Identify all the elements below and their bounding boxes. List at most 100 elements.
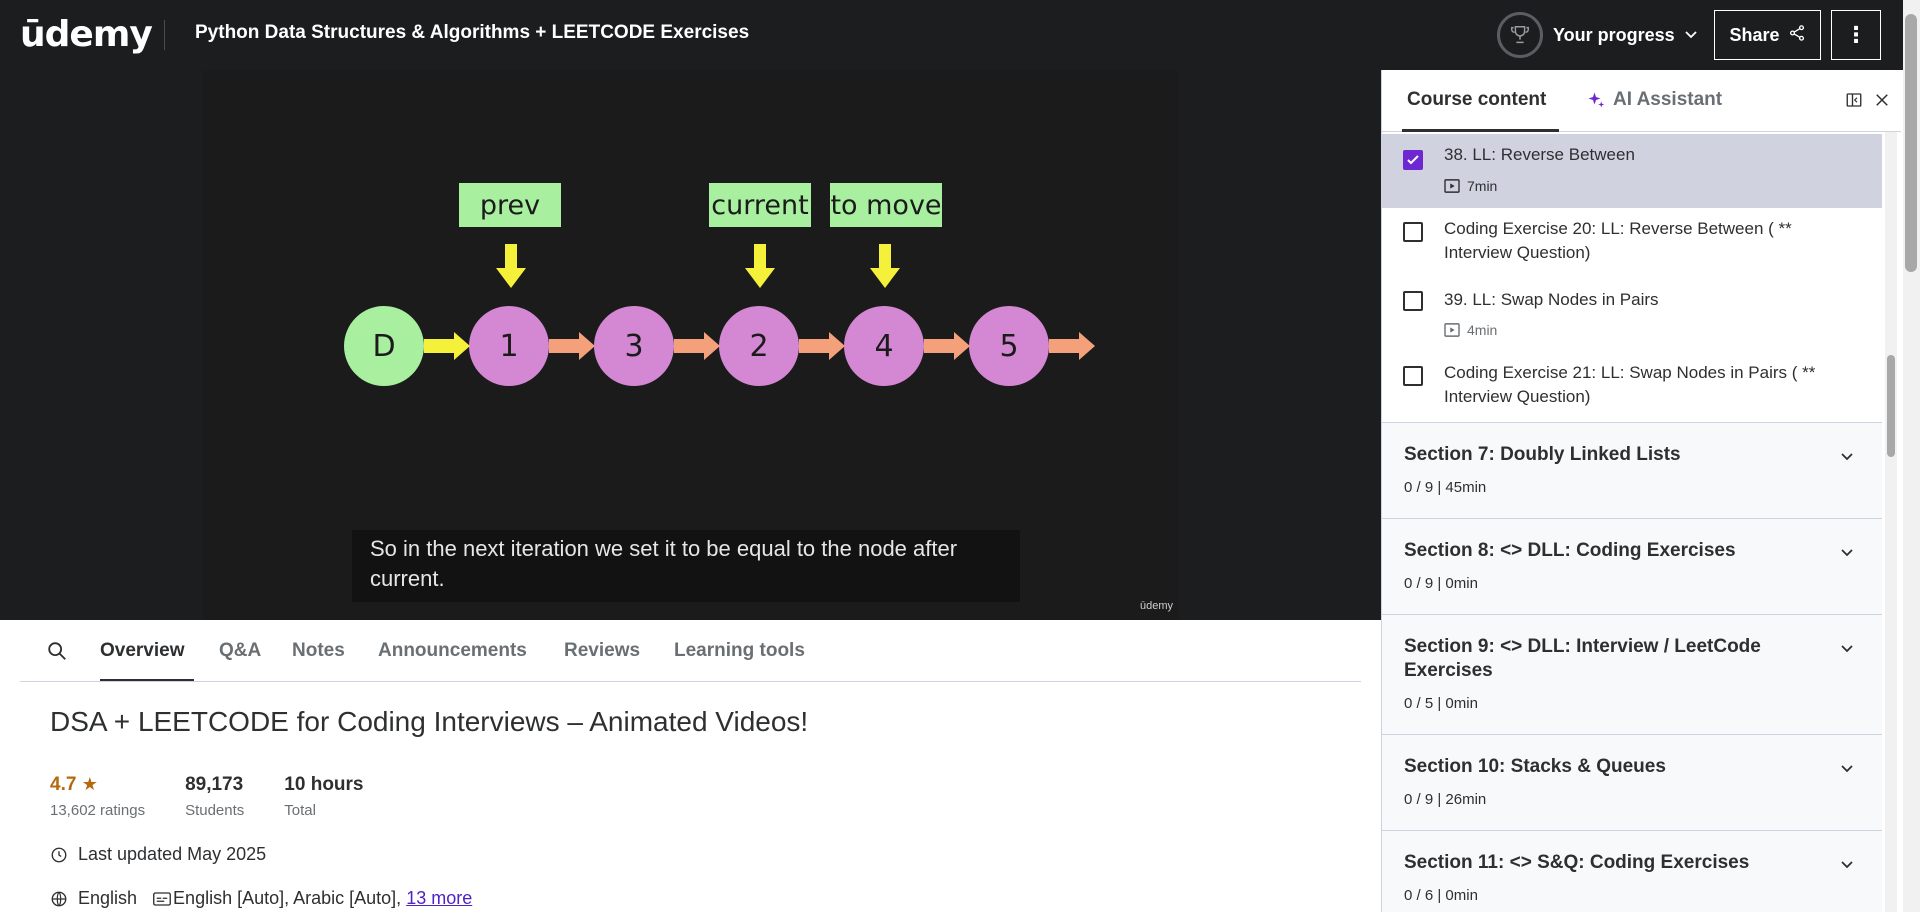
section-meta: 0 / 5 | 0min: [1404, 695, 1478, 712]
captions-list: English [Auto], Arabic [Auto], 13 more: [173, 888, 472, 909]
captions-text: English [Auto], Arabic [Auto],: [173, 888, 407, 908]
lecture-item[interactable]: Coding Exercise 20: LL: Reverse Between …: [1382, 208, 1882, 278]
course-tabs: Overview Q&A Notes Announcements Reviews…: [20, 620, 1361, 682]
share-label: Share: [1729, 24, 1780, 45]
lecture-duration: 4min: [1444, 322, 1497, 338]
label-current: current: [709, 183, 811, 227]
progress-label: Your progress: [1553, 24, 1675, 45]
lecture-title: Coding Exercise 21: LL: Swap Nodes in Pa…: [1444, 363, 1816, 406]
share-icon: [1788, 24, 1806, 47]
section-item[interactable]: Section 8: <> DLL: Coding Exercises 0 / …: [1382, 518, 1882, 614]
video-player[interactable]: prev current to move D 1 3 2 4 5 So in t…: [0, 70, 1381, 620]
lecture-title: Coding Exercise 20: LL: Reverse Between …: [1444, 219, 1792, 262]
search-icon[interactable]: [46, 640, 68, 662]
video-frame[interactable]: prev current to move D 1 3 2 4 5 So in t…: [203, 70, 1179, 620]
more-captions-link[interactable]: 13 more: [406, 888, 472, 908]
lecture-checkbox[interactable]: [1403, 366, 1423, 386]
hours-label: Total: [284, 802, 316, 819]
tab-announcements[interactable]: Announcements: [378, 640, 527, 662]
video-icon: [1444, 323, 1460, 337]
arrow-right-icon: [424, 332, 470, 360]
overview-title: DSA + LEETCODE for Coding Interviews – A…: [50, 706, 809, 737]
sparkle-icon: [1588, 92, 1605, 108]
sidebar-scrollbar-thumb[interactable]: [1887, 355, 1895, 457]
captions-icon: [153, 891, 171, 906]
arrow-down-icon: [745, 244, 775, 288]
logo-text: ūdemy: [20, 13, 153, 55]
section-meta: 0 / 9 | 26min: [1404, 791, 1487, 808]
section-item[interactable]: Section 11: <> S&Q: Coding Exercises 0 /…: [1382, 830, 1882, 912]
students-label: Students: [185, 802, 245, 819]
sidebar-header: Course content AI Assistant: [1382, 70, 1901, 132]
section-item[interactable]: Section 9: <> DLL: Interview / LeetCode …: [1382, 614, 1882, 734]
lecture-title: 38. LL: Reverse Between: [1444, 145, 1635, 164]
section-item[interactable]: Section 7: Doubly Linked Lists 0 / 9 | 4…: [1382, 422, 1882, 518]
tab-ai-assistant[interactable]: AI Assistant: [1587, 89, 1722, 111]
page-scrollbar-thumb[interactable]: [1905, 14, 1917, 272]
lecture-item[interactable]: 38. LL: Reverse Between 7min: [1382, 134, 1882, 208]
rating-value-row: 4.7 ★: [50, 774, 145, 796]
section-title: Section 10: Stacks & Queues: [1404, 756, 1666, 777]
last-updated-row: Last updated May 2025: [50, 844, 266, 865]
chevron-down-icon: [1685, 28, 1697, 42]
lecture-title: 39. LL: Swap Nodes in Pairs: [1444, 290, 1659, 309]
section-item[interactable]: Section 10: Stacks & Queues 0 / 9 | 26mi…: [1382, 734, 1882, 830]
sidebar-scrollbar[interactable]: [1885, 132, 1897, 912]
globe-icon: [51, 891, 67, 906]
hours-value: 10 hours: [284, 774, 364, 795]
sidebar-tab-underline: [1402, 129, 1559, 132]
arrow-right-icon: [1049, 332, 1095, 360]
arrow-down-icon: [496, 244, 526, 288]
lecture-checkbox[interactable]: [1403, 222, 1423, 242]
rating-value: 4.7: [50, 774, 77, 795]
course-title[interactable]: Python Data Structures & Algorithms + LE…: [195, 22, 749, 44]
trophy-icon: [1497, 12, 1543, 58]
course-stats: 4.7 ★ 13,602 ratings 89,173 Students 10 …: [50, 774, 364, 819]
tab-reviews[interactable]: Reviews: [564, 640, 640, 662]
tab-active-underline: [100, 679, 194, 681]
share-button[interactable]: Share: [1714, 10, 1821, 60]
duration-text: 4min: [1467, 322, 1498, 338]
tab-overview[interactable]: Overview: [100, 640, 185, 662]
tab-qa[interactable]: Q&A: [219, 640, 261, 662]
language-row: English English [Auto], Arabic [Auto], 1…: [50, 888, 472, 909]
students-value: 89,173: [185, 774, 244, 795]
close-icon[interactable]: [1873, 91, 1891, 109]
section-title: Section 7: Doubly Linked Lists: [1404, 444, 1681, 465]
chevron-down-icon: [1841, 645, 1853, 653]
lecture-checkbox[interactable]: [1403, 150, 1423, 170]
udemy-logo[interactable]: ūdemy: [20, 10, 153, 58]
video-icon: [1444, 179, 1460, 193]
section-meta: 0 / 9 | 0min: [1404, 575, 1478, 592]
node-dummy: D: [344, 306, 424, 386]
chevron-down-icon: [1841, 765, 1853, 773]
chevron-down-icon: [1841, 453, 1853, 461]
more-options-button[interactable]: ⋮: [1831, 10, 1881, 60]
chevron-down-icon: [1841, 549, 1853, 557]
video-caption: So in the next iteration we set it to be…: [352, 530, 1020, 602]
expand-panel-icon[interactable]: [1845, 91, 1863, 109]
tab-course-content[interactable]: Course content: [1407, 89, 1546, 111]
ai-assistant-label: AI Assistant: [1613, 89, 1723, 110]
hours-stat: 10 hours Total: [284, 774, 363, 819]
node-2: 2: [719, 306, 799, 386]
label-prev: prev: [459, 183, 561, 227]
section-meta: 0 / 6 | 0min: [1404, 887, 1478, 904]
clock-icon: [51, 847, 67, 862]
tab-notes[interactable]: Notes: [292, 640, 345, 662]
lecture-checkbox[interactable]: [1403, 291, 1423, 311]
node-4: 4: [844, 306, 924, 386]
node-3: 3: [594, 306, 674, 386]
label-to-move: to move: [830, 183, 942, 227]
star-icon: ★: [81, 774, 98, 794]
section-title: Section 8: <> DLL: Coding Exercises: [1404, 540, 1736, 561]
arrow-right-icon: [924, 332, 970, 360]
last-updated-text: Last updated May 2025: [78, 844, 267, 864]
language-text: English: [78, 888, 138, 908]
ratings-count: 13,602 ratings: [50, 802, 146, 819]
more-vertical-icon: ⋮: [1845, 22, 1867, 47]
tab-learning-tools[interactable]: Learning tools: [674, 640, 805, 662]
lecture-item[interactable]: Coding Exercise 21: LL: Swap Nodes in Pa…: [1382, 350, 1882, 422]
progress-button[interactable]: Your progress: [1497, 12, 1697, 58]
lecture-item[interactable]: 39. LL: Swap Nodes in Pairs 4min: [1382, 278, 1882, 350]
